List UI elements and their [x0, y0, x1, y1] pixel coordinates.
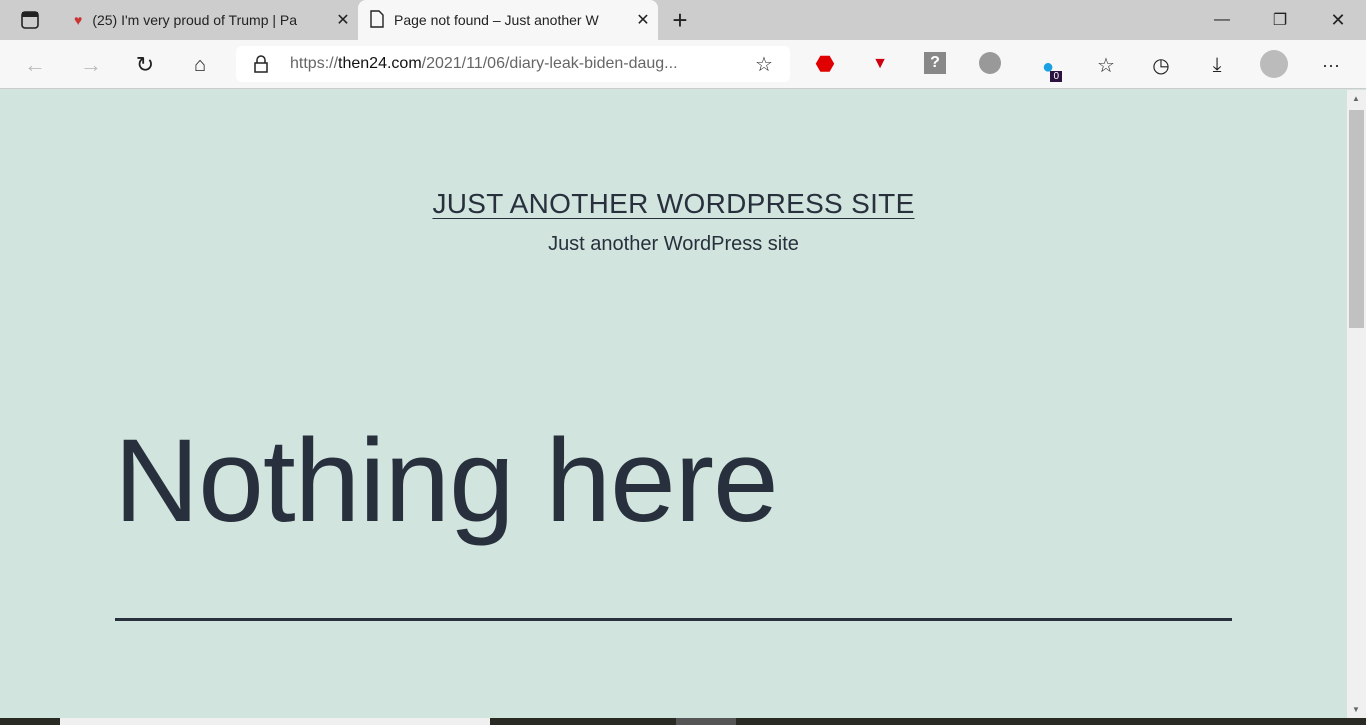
tab-bar: ♥ (25) I'm very proud of Trump | Pa ✕ Pa… [0, 0, 1366, 40]
new-tab-icon[interactable]: + [668, 5, 692, 35]
separator [115, 618, 1232, 621]
toolbar: ← → ↻ ⌂ https://then24.com/2021/11/06/di… [0, 40, 1366, 89]
address-bar[interactable]: https://then24.com/2021/11/06/diary-leak… [236, 46, 790, 82]
forward-icon[interactable]: → [78, 52, 104, 78]
page-heading: Nothing here [114, 415, 779, 547]
adblock-extension-icon[interactable]: ⬣ [813, 51, 837, 76]
close-tab-icon[interactable]: ✕ [628, 10, 658, 30]
favorites-icon[interactable]: ☆ [1093, 52, 1119, 78]
scrollbar-thumb[interactable] [1349, 110, 1364, 328]
scroll-down-icon[interactable]: ▼ [1352, 705, 1360, 714]
add-favorite-icon[interactable]: ☆ [752, 52, 776, 76]
extension-badge: 0 [1050, 71, 1062, 82]
back-icon[interactable]: ← [22, 52, 48, 78]
site-tagline: Just another WordPress site [548, 233, 799, 255]
ghostery-extension-icon[interactable]: ● 0 [1034, 52, 1062, 82]
tab-trump[interactable]: ♥ (25) I'm very proud of Trump | Pa ✕ [62, 0, 358, 40]
favicon-icon: ♥ [74, 12, 83, 28]
extension-icon[interactable] [979, 52, 1001, 74]
mcafee-extension-icon[interactable]: ▼ [868, 52, 892, 76]
home-icon[interactable]: ⌂ [187, 52, 213, 78]
page-icon [370, 9, 384, 31]
lock-icon[interactable] [252, 55, 270, 73]
help-extension-icon[interactable]: ? [924, 52, 946, 74]
scroll-up-icon[interactable]: ▲ [1352, 94, 1360, 103]
close-window-icon[interactable]: ✕ [1326, 8, 1350, 32]
downloads-icon[interactable]: ⤓ [1204, 52, 1230, 78]
tab-actions-icon[interactable] [18, 9, 42, 31]
page-content: JUST ANOTHER WORDPRESS SITE Just another… [0, 90, 1347, 718]
taskbar [0, 718, 1366, 725]
profile-avatar[interactable] [1260, 50, 1288, 78]
tab-page-not-found[interactable]: Page not found – Just another W ✕ [358, 0, 658, 40]
refresh-icon[interactable]: ↻ [132, 52, 158, 78]
close-tab-icon[interactable]: ✕ [328, 10, 358, 30]
restore-icon[interactable]: ❐ [1268, 8, 1292, 32]
site-title-link[interactable]: JUST ANOTHER WORDPRESS SITE [432, 188, 914, 219]
minimize-icon[interactable]: — [1210, 8, 1234, 32]
history-icon[interactable]: ◷ [1148, 52, 1174, 78]
more-menu-icon[interactable]: ··· [1318, 52, 1344, 78]
scrollbar[interactable]: ▲ ▼ [1347, 90, 1366, 718]
